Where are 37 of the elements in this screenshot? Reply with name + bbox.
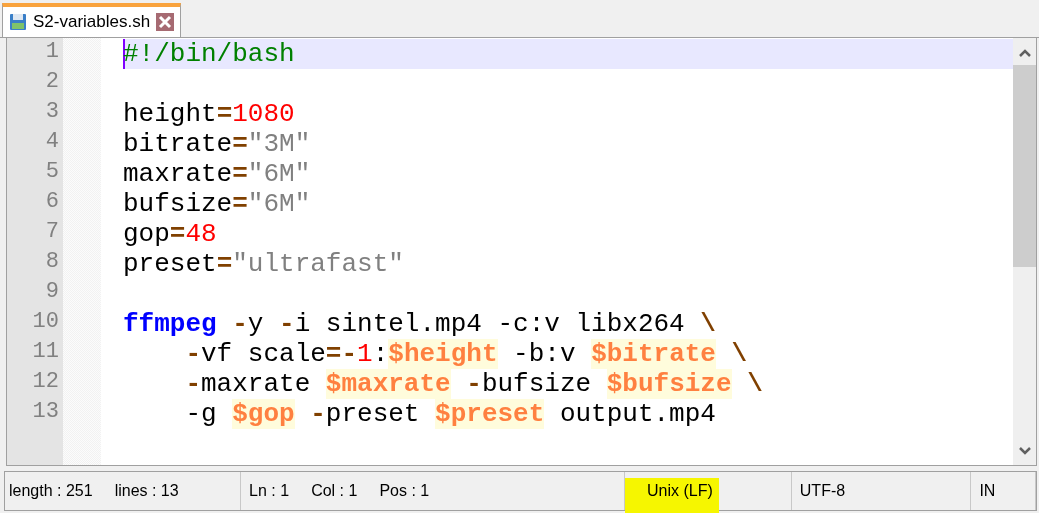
line-number: 13 [31, 399, 60, 426]
line-number: 12 [31, 369, 60, 396]
code-line: bitrate="3M" [123, 129, 312, 159]
status-text: Col : 1 [311, 482, 358, 500]
line-number: 4 [44, 129, 60, 156]
code-line: bufsize="6M" [123, 189, 312, 219]
status-text: Unix (LF) [647, 482, 713, 500]
status-text: lines : 13 [114, 482, 179, 500]
code-line: -maxrate $maxrate -bufsize $bufsize \ [184, 369, 764, 399]
line-number: 6 [44, 189, 60, 216]
line-number: 8 [44, 249, 60, 276]
code-line: ffmpeg -y -i sintel.mp4 -c:v libx264 \ [123, 309, 717, 339]
line-number: 2 [44, 69, 60, 96]
line-number: 10 [31, 309, 60, 336]
status-text: Pos : 1 [379, 482, 430, 500]
line-number: 11 [31, 339, 60, 366]
code-line: -vf scale=-1:$height -b:v $bitrate \ [184, 339, 749, 369]
file-tab[interactable]: S2-variables.sh [2, 3, 182, 37]
close-icon[interactable] [156, 13, 175, 31]
line-number: 5 [44, 159, 60, 186]
code-line: maxrate="6M" [123, 159, 312, 189]
line-number: 3 [44, 99, 60, 126]
line-number: 9 [44, 279, 60, 306]
code-line: preset="ultrafast" [123, 249, 405, 279]
line-number: 1 [44, 39, 60, 66]
status-text: UTF-8 [799, 482, 846, 500]
scroll-down-icon[interactable] [1017, 445, 1032, 457]
code-line: gop=48 [123, 219, 218, 249]
scroll-up-icon[interactable] [1017, 47, 1032, 59]
scrollbar-thumb[interactable] [1013, 65, 1036, 267]
code-line: height=1080 [123, 99, 296, 129]
status-text: length : 251 [9, 482, 93, 500]
scrollbar[interactable] [1013, 38, 1036, 465]
status-text: IN [979, 482, 996, 500]
status-text: Ln : 1 [249, 482, 290, 500]
code-line: -g $gop -preset $preset output.mp4 [184, 399, 717, 429]
line-number: 7 [44, 219, 60, 246]
